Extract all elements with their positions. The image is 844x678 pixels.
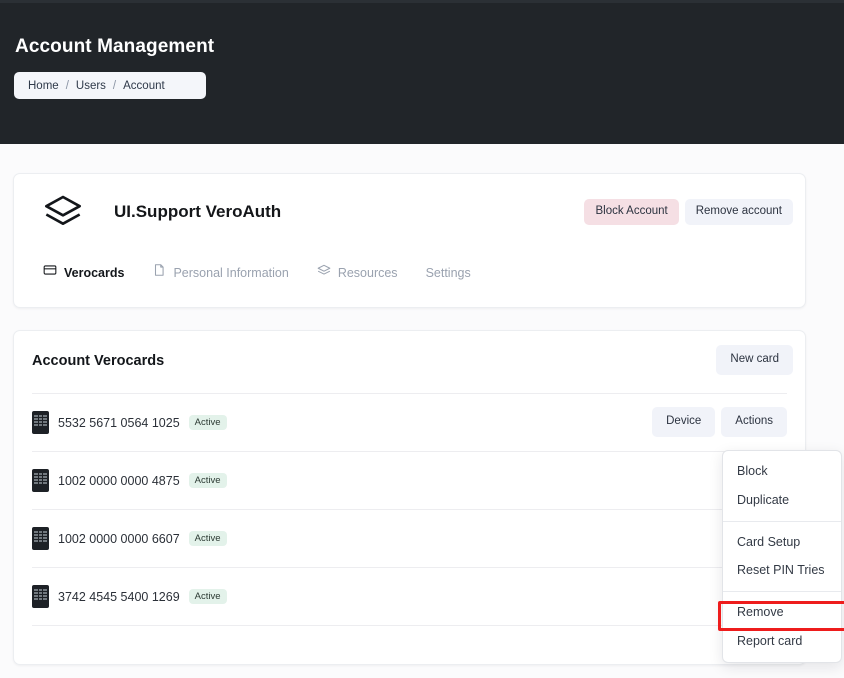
table-row: 1002 0000 0000 6607 Active Device: [32, 509, 787, 567]
actions-dropdown-menu: Block Duplicate Card Setup Reset PIN Tri…: [722, 450, 842, 663]
page-header: Account Management Home / Users / Accoun…: [0, 0, 844, 144]
tab-settings[interactable]: Settings: [426, 266, 471, 280]
breadcrumb-item-account[interactable]: Account: [123, 80, 165, 92]
layers-icon: [43, 192, 83, 237]
tab-label-verocards: Verocards: [64, 265, 125, 280]
menu-item-card-setup[interactable]: Card Setup: [723, 528, 841, 557]
account-action-buttons: Block Account Remove account: [584, 199, 793, 225]
device-button[interactable]: Device: [652, 407, 716, 437]
row-action-buttons: Device Actions: [652, 407, 787, 437]
account-card: UI.Support VeroAuth Block Account Remove…: [13, 173, 806, 308]
account-name: UI.Support VeroAuth: [114, 202, 282, 221]
document-icon: [152, 263, 166, 282]
breadcrumb-separator: /: [112, 79, 117, 92]
menu-item-report-card[interactable]: Report card: [723, 627, 841, 656]
account-header: UI.Support VeroAuth Block Account Remove…: [14, 174, 805, 252]
token-device-icon: [32, 469, 49, 492]
status-badge: Active: [188, 472, 227, 489]
tab-resources[interactable]: Resources: [317, 263, 398, 282]
breadcrumb-item-home[interactable]: Home: [28, 80, 59, 92]
menu-item-block[interactable]: Block: [723, 457, 841, 486]
tab-label-personal-information: Personal Information: [173, 265, 289, 280]
status-badge: Active: [188, 414, 227, 431]
menu-item-reset-pin-tries[interactable]: Reset PIN Tries: [723, 556, 841, 585]
page-title: Account Management: [15, 36, 215, 57]
verocards-card: Account Verocards New card 5532 5671 056…: [13, 330, 806, 665]
status-badge: Active: [188, 530, 227, 547]
breadcrumb: Home / Users / Account: [14, 72, 206, 99]
card-number: 1002 0000 0000 4875: [58, 473, 180, 488]
status-badge: Active: [188, 588, 227, 605]
verocards-header: Account Verocards New card: [14, 331, 805, 393]
layers-icon: [317, 263, 331, 282]
table-row: 3742 4545 5400 1269 Active Device: [32, 567, 787, 625]
actions-button[interactable]: Actions: [721, 407, 787, 437]
tab-personal-information[interactable]: Personal Information: [152, 263, 289, 282]
card-number: 3742 4545 5400 1269: [58, 589, 180, 604]
token-device-icon: [32, 411, 49, 434]
table-footer-row: [32, 625, 787, 655]
new-card-button[interactable]: New card: [716, 345, 793, 375]
table-row: 5532 5671 0564 1025 Active Device Action…: [32, 393, 787, 451]
token-device-icon: [32, 585, 49, 608]
breadcrumb-item-users[interactable]: Users: [76, 80, 106, 92]
tab-label-settings: Settings: [425, 265, 471, 280]
card-icon: [43, 263, 57, 282]
menu-divider: [723, 591, 841, 592]
breadcrumb-separator: /: [65, 79, 69, 92]
remove-account-button[interactable]: Remove account: [684, 199, 793, 225]
menu-divider: [723, 520, 841, 522]
menu-item-duplicate[interactable]: Duplicate: [723, 486, 841, 515]
block-account-button[interactable]: Block Account: [584, 199, 679, 225]
card-number: 5532 5671 0564 1025: [58, 415, 180, 430]
verocards-title: Account Verocards: [32, 353, 165, 369]
tab-verocards[interactable]: Verocards: [43, 263, 124, 282]
menu-item-remove[interactable]: Remove: [723, 598, 841, 627]
table-row: 1002 0000 0000 4875 Active Device: [32, 451, 787, 509]
account-tabs: Verocards Personal Information Resources: [43, 263, 471, 282]
token-device-icon: [32, 527, 49, 550]
card-number: 1002 0000 0000 6607: [58, 531, 180, 546]
tab-label-resources: Resources: [337, 265, 398, 280]
